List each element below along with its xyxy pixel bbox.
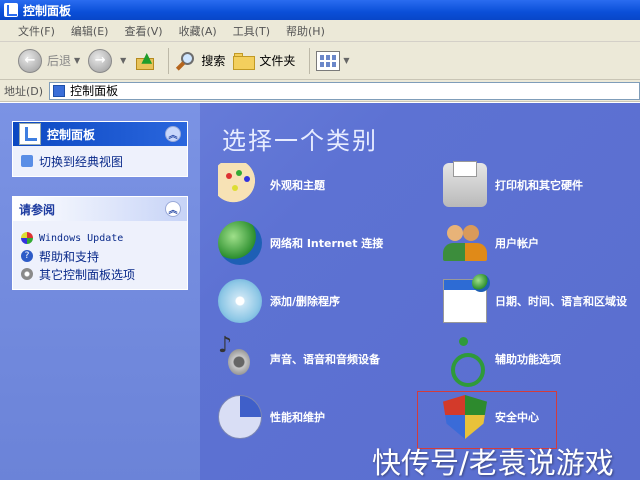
- printer-icon: [443, 161, 487, 207]
- windows-update-icon: [21, 232, 33, 244]
- category-label: 辅助功能选项: [495, 353, 561, 366]
- forward-dropdown-icon[interactable]: ▼: [120, 56, 126, 65]
- menu-view[interactable]: 查看(V): [124, 23, 162, 39]
- category-date-time[interactable]: 日期、时间、语言和区域设: [443, 274, 627, 323]
- menu-help[interactable]: 帮助(H): [286, 23, 325, 39]
- network-icon: [218, 221, 262, 265]
- category-sound[interactable]: 声音、语音和音频设备: [218, 333, 380, 381]
- search-label: 搜索: [201, 54, 226, 68]
- control-panel-box-body: 切换到经典视图: [13, 146, 187, 176]
- help-icon: ?: [21, 250, 33, 262]
- search-button[interactable]: 搜索: [175, 50, 225, 72]
- main-content: 控制面板 ︽ 切换到经典视图 请参阅 ︽ Windows Update ? 帮助…: [0, 103, 640, 480]
- other-options-label: 其它控制面板选项: [39, 267, 136, 282]
- sound-icon: [218, 333, 262, 381]
- menu-file[interactable]: 文件(F): [18, 23, 55, 39]
- category-user-accounts[interactable]: 用户帐户: [443, 221, 539, 265]
- back-arrow-icon: ←: [18, 48, 42, 73]
- category-accessibility[interactable]: 辅助功能选项: [443, 337, 561, 387]
- category-label: 日期、时间、语言和区域设: [495, 295, 627, 308]
- watermark: 快传号/老袁说游戏: [372, 446, 614, 480]
- address-bar: 地址(D) 控制面板: [0, 80, 640, 102]
- back-dropdown-icon[interactable]: ▼: [74, 56, 80, 65]
- folder-icon: [233, 52, 256, 70]
- category-printers[interactable]: 打印机和其它硬件: [443, 161, 583, 207]
- category-label: 网络和 Internet 连接: [270, 237, 384, 250]
- folders-label: 文件夹: [259, 54, 296, 68]
- switch-classic-view-label: 切换到经典视图: [39, 154, 124, 169]
- add-remove-icon: [218, 279, 262, 323]
- title-bar[interactable]: 控制面板: [0, 0, 640, 20]
- switch-classic-view-link[interactable]: 切换到经典视图: [21, 152, 179, 170]
- views-icon: [316, 50, 341, 71]
- control-panel-icon: [4, 3, 18, 17]
- views-button[interactable]: ▼: [316, 50, 350, 71]
- task-pane: 控制面板 ︽ 切换到经典视图 请参阅 ︽ Windows Update ? 帮助…: [0, 103, 200, 480]
- category-add-remove[interactable]: 添加/删除程序: [218, 279, 340, 323]
- category-label: 声音、语音和音频设备: [270, 353, 380, 366]
- menu-tools[interactable]: 工具(T): [233, 23, 270, 39]
- menu-favorites[interactable]: 收藏(A): [179, 23, 217, 39]
- collapse-icon[interactable]: ︽: [165, 126, 181, 142]
- up-folder-icon[interactable]: ▲: [134, 50, 156, 72]
- menu-bar: 文件(F) 编辑(E) 查看(V) 收藏(A) 工具(T) 帮助(H): [0, 20, 640, 42]
- search-icon: [175, 50, 197, 72]
- windows-update-link[interactable]: Windows Update: [21, 229, 179, 247]
- help-support-link[interactable]: ? 帮助和支持: [21, 247, 179, 265]
- control-panel-small-icon: [53, 84, 66, 97]
- toolbar: ← 后退 ▼ → ▼ ▲ 搜索 文件夹 ▼: [0, 42, 640, 80]
- other-options-link[interactable]: 其它控制面板选项: [21, 265, 179, 283]
- date-time-icon: [443, 274, 490, 323]
- folders-button[interactable]: 文件夹: [233, 52, 295, 70]
- control-panel-box-title: 控制面板: [47, 127, 96, 142]
- toolbar-separator: [168, 47, 170, 74]
- back-button[interactable]: ← 后退 ▼: [18, 48, 80, 73]
- windows-update-label: Windows Update: [39, 232, 124, 244]
- see-also-box: 请参阅 ︽ Windows Update ? 帮助和支持 其它控制面板选项: [12, 196, 188, 290]
- see-also-body: Windows Update ? 帮助和支持 其它控制面板选项: [13, 221, 187, 289]
- category-label: 添加/删除程序: [270, 295, 341, 308]
- window-title: 控制面板: [23, 3, 72, 18]
- gear-icon: [21, 268, 33, 280]
- category-performance[interactable]: 性能和维护: [218, 395, 325, 439]
- page-heading: 选择一个类别: [222, 127, 378, 155]
- control-panel-icon: [19, 123, 41, 145]
- address-field[interactable]: 控制面板: [49, 81, 640, 100]
- appearance-icon: [218, 163, 262, 207]
- accessibility-icon: [443, 337, 487, 387]
- users-icon: [443, 221, 487, 265]
- category-label: 用户帐户: [495, 237, 539, 250]
- help-support-label: 帮助和支持: [39, 249, 100, 264]
- forward-arrow-icon: →: [88, 48, 113, 73]
- category-appearance[interactable]: 外观和主题: [218, 163, 325, 207]
- toolbar-separator: [309, 47, 311, 74]
- performance-icon: [218, 395, 262, 439]
- address-label: 地址(D): [4, 84, 44, 98]
- see-also-header[interactable]: 请参阅 ︽: [13, 197, 187, 221]
- menu-edit[interactable]: 编辑(E): [71, 23, 109, 39]
- back-label: 后退: [47, 54, 72, 68]
- forward-button[interactable]: → ▼: [88, 48, 126, 73]
- collapse-icon[interactable]: ︽: [165, 201, 181, 217]
- see-also-title: 请参阅: [19, 202, 56, 217]
- address-value: 控制面板: [70, 84, 119, 98]
- views-dropdown-icon[interactable]: ▼: [343, 56, 349, 65]
- classic-view-icon: [21, 155, 33, 167]
- category-network[interactable]: 网络和 Internet 连接: [218, 221, 383, 265]
- control-panel-box: 控制面板 ︽ 切换到经典视图: [12, 121, 188, 177]
- category-label: 打印机和其它硬件: [495, 179, 583, 192]
- category-label: 外观和主题: [270, 179, 325, 192]
- control-panel-box-header[interactable]: 控制面板 ︽: [13, 122, 187, 146]
- category-label: 性能和维护: [270, 411, 325, 424]
